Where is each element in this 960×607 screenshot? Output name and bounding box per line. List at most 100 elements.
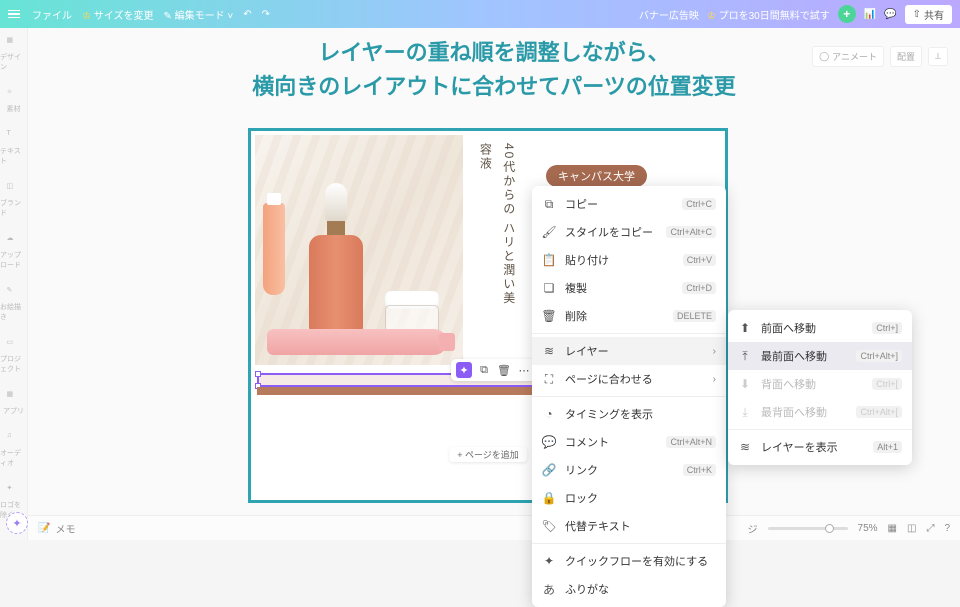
- fit-icon: ⛶: [542, 372, 556, 386]
- sparkle-icon: ✦: [7, 484, 21, 498]
- sidebar-item-text[interactable]: Tテキスト: [0, 130, 27, 166]
- annotation-line1: レイヤーの重ね順を調整しながら、: [28, 36, 960, 70]
- cm-link[interactable]: 🔗リンクCtrl+K: [532, 456, 726, 484]
- cm-comment[interactable]: 💬コメントCtrl+Alt+N: [532, 428, 726, 456]
- text-icon: T: [7, 130, 21, 144]
- bring-forward-icon: ⬆: [738, 321, 752, 335]
- music-icon: ♫: [7, 432, 21, 446]
- cm-quickflow[interactable]: ✦クイックフローを有効にする: [532, 547, 726, 575]
- pro-trial-button[interactable]: ♔ プロを30日間無料で試す: [707, 7, 830, 22]
- sm-to-back: ⤓最背面へ移動Ctrl+Alt+[: [728, 398, 912, 426]
- zoom-slider[interactable]: [768, 527, 848, 530]
- fullscreen-icon[interactable]: ⤢: [926, 523, 934, 534]
- lock-icon: 🔒: [542, 491, 556, 505]
- redo-button[interactable]: ↷: [262, 9, 270, 20]
- draw-icon: ✎: [7, 286, 21, 300]
- tube-pink: [267, 329, 447, 355]
- share-button[interactable]: ⇧ 共有: [905, 5, 952, 24]
- notes-button[interactable]: 📝 メモ: [38, 521, 75, 536]
- cm-layer[interactable]: ≋レイヤー›: [532, 337, 726, 365]
- cm-furigana[interactable]: あふりがな: [532, 575, 726, 603]
- clipboard-icon: 📋: [542, 253, 556, 267]
- link-icon: 🔗: [542, 463, 556, 477]
- headline-vertical[interactable]: 40代からの ハリと潤い美容液: [473, 143, 520, 313]
- project-name[interactable]: バナー広告映: [639, 7, 699, 22]
- floating-toolbar: ✦ ⧉ 🗑 ⋯: [451, 359, 537, 381]
- menu-icon[interactable]: [8, 7, 22, 21]
- footer: 📝 メモ ジ 75% ▦ ◫ ⤢ ?: [28, 515, 960, 540]
- brand-pill[interactable]: キャンパス大学: [546, 165, 647, 187]
- alttext-icon: 🏷: [542, 519, 556, 533]
- layer-submenu: ⬆前面へ移動Ctrl+] ⤒最前面へ移動Ctrl+Alt+] ⬇背面へ移動Ctr…: [728, 310, 912, 465]
- product-photo[interactable]: [255, 135, 463, 365]
- cm-fit-page[interactable]: ⛶ページに合わせる›: [532, 365, 726, 393]
- ai-tool-button[interactable]: ✦: [456, 362, 472, 378]
- cm-alt-text[interactable]: 🏷代替テキスト: [532, 512, 726, 540]
- layers-icon: ≋: [542, 344, 556, 358]
- help-icon[interactable]: ?: [944, 523, 950, 534]
- add-page-indicator[interactable]: + ページを追加: [449, 447, 527, 462]
- cm-duplicate[interactable]: ❏複製Ctrl+D: [532, 274, 726, 302]
- thumbnail-view-icon[interactable]: ◫: [907, 523, 916, 534]
- insights-icon[interactable]: 📊: [864, 9, 876, 20]
- sparkle-icon: ✦: [542, 554, 556, 568]
- sidebar-item-elements[interactable]: ✧素材: [7, 88, 21, 114]
- folder-icon: ▭: [7, 338, 21, 352]
- cm-copy-style[interactable]: 🖌スタイルをコピーCtrl+Alt+C: [532, 218, 726, 246]
- crown-icon: ♔: [82, 11, 91, 22]
- sidebar-item-brand[interactable]: ◫ブランド: [0, 182, 27, 218]
- annotation-line2: 横向きのレイアウトに合わせてパーツの位置変更: [28, 70, 960, 104]
- furigana-icon: あ: [542, 582, 556, 596]
- menu-edit-mode[interactable]: 編集モード ˅: [163, 7, 233, 22]
- paint-roller-icon: 🖌: [542, 225, 556, 239]
- bring-to-front-icon: ⤒: [738, 349, 752, 363]
- annotation-overlay: レイヤーの重ね順を調整しながら、 横向きのレイアウトに合わせてパーツの位置変更: [28, 36, 960, 104]
- sm-to-front[interactable]: ⤒最前面へ移動Ctrl+Alt+]: [728, 342, 912, 370]
- cm-lock[interactable]: 🔒ロック: [532, 484, 726, 512]
- dropper-bottle: [309, 187, 363, 335]
- send-backward-icon: ⬇: [738, 377, 752, 391]
- design-icon: ▦: [7, 36, 21, 50]
- tube-orange: [263, 203, 285, 295]
- sidebar: ▦デザイン ✧素材 Tテキスト ◫ブランド ☁アップロード ✎お絵描き ▭プロジ…: [0, 28, 28, 540]
- resize-handle[interactable]: [255, 371, 261, 377]
- clock-icon: ◔: [542, 407, 556, 421]
- sidebar-item-apps[interactable]: ▦アプリ: [3, 390, 24, 416]
- sidebar-item-design[interactable]: ▦デザイン: [0, 36, 27, 72]
- sm-backward: ⬇背面へ移動Ctrl+[: [728, 370, 912, 398]
- main-area: レイヤーの重ね順を調整しながら、 横向きのレイアウトに合わせてパーツの位置変更 …: [28, 28, 960, 515]
- duplicate-icon: ❏: [542, 281, 556, 295]
- top-bar: ファイル ♔ サイズを変更 編集モード ˅ ↶ ↷ バナー広告映 ♔ プロを30…: [0, 0, 960, 28]
- menu-resize[interactable]: ♔ サイズを変更: [82, 7, 153, 22]
- comment-icon[interactable]: 💬: [884, 9, 896, 20]
- sidebar-item-draw[interactable]: ✎お絵描き: [0, 286, 27, 322]
- cm-timing[interactable]: ◔タイミングを表示: [532, 400, 726, 428]
- sm-show-layers[interactable]: ≋レイヤーを表示Alt+1: [728, 433, 912, 461]
- sm-forward[interactable]: ⬆前面へ移動Ctrl+]: [728, 314, 912, 342]
- brand-icon: ◫: [7, 182, 21, 196]
- magic-fab[interactable]: ✦: [6, 512, 28, 534]
- cm-paste[interactable]: 📋貼り付けCtrl+V: [532, 246, 726, 274]
- cm-copy[interactable]: ⧉コピーCtrl+C: [532, 190, 726, 218]
- sidebar-item-upload[interactable]: ☁アップロード: [0, 234, 27, 270]
- grid-view-icon[interactable]: ▦: [888, 523, 897, 534]
- add-member-button[interactable]: +: [838, 5, 856, 23]
- more-tool-button[interactable]: ⋯: [516, 362, 532, 378]
- sidebar-item-audio[interactable]: ♫オーディオ: [0, 432, 27, 468]
- menu-file[interactable]: ファイル: [32, 7, 72, 22]
- duplicate-tool-button[interactable]: ⧉: [476, 362, 492, 378]
- zoom-slider-thumb[interactable]: [825, 524, 834, 533]
- apps-icon: ▦: [7, 390, 21, 404]
- pencil-icon: [163, 11, 171, 22]
- send-to-back-icon: ⤓: [738, 405, 752, 419]
- context-menu: ⧉コピーCtrl+C 🖌スタイルをコピーCtrl+Alt+C 📋貼り付けCtrl…: [532, 186, 726, 607]
- layers-icon: ≋: [738, 440, 752, 454]
- cm-delete[interactable]: 🗑削除DELETE: [532, 302, 726, 330]
- pages-indicator[interactable]: ジ: [748, 521, 758, 536]
- zoom-value[interactable]: 75%: [858, 523, 878, 534]
- undo-button[interactable]: ↶: [243, 9, 251, 20]
- delete-tool-button[interactable]: 🗑: [496, 362, 512, 378]
- sidebar-item-projects[interactable]: ▭プロジェクト: [0, 338, 27, 374]
- comment-icon: 💬: [542, 435, 556, 449]
- trash-icon: 🗑: [542, 309, 556, 323]
